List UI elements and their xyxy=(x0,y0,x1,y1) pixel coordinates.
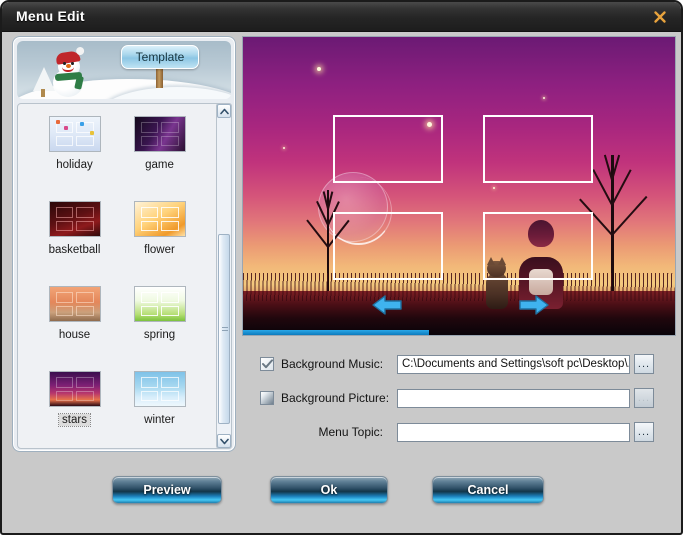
star-icon xyxy=(283,147,285,149)
tab-template[interactable]: Template xyxy=(121,45,199,69)
template-label: game xyxy=(145,159,174,171)
template-thumbnail xyxy=(48,371,101,407)
menu-edit-dialog: Menu Edit Template holiday game basketba… xyxy=(0,0,683,535)
background-picture-browse-button: ... xyxy=(634,388,654,408)
template-label: winter xyxy=(144,414,175,426)
template-label: house xyxy=(58,329,91,341)
snowman-eye-right xyxy=(71,62,74,65)
grass-silhouette xyxy=(243,273,675,301)
template-item-spring[interactable]: spring xyxy=(117,286,202,371)
thumbnail-frames xyxy=(140,122,179,146)
background-music-checkbox[interactable] xyxy=(260,357,274,371)
template-label: basketball xyxy=(48,244,101,256)
scrollbar-thumb[interactable] xyxy=(218,234,230,424)
chevron-down-icon[interactable] xyxy=(217,434,231,448)
signpost-post xyxy=(156,68,163,88)
template-label: spring xyxy=(143,329,176,341)
thumbnail-frames xyxy=(140,207,179,231)
thumbnail-frames xyxy=(55,292,94,316)
template-list-scrollbar[interactable] xyxy=(216,103,232,449)
star-icon xyxy=(543,97,545,99)
template-label: flower xyxy=(144,244,175,256)
template-item-flower[interactable]: flower xyxy=(117,201,202,286)
confetti-dot xyxy=(55,120,60,124)
menu-topic-label: Menu Topic: xyxy=(318,425,383,439)
grip-icon xyxy=(222,327,228,333)
template-item-game[interactable]: game xyxy=(117,116,202,201)
arrow-right-icon[interactable] xyxy=(518,294,550,321)
template-label: holiday xyxy=(56,159,93,171)
background-picture-label: Background Picture: xyxy=(281,391,390,405)
title-bar: Menu Edit xyxy=(2,2,681,32)
confetti-dot xyxy=(63,126,68,130)
thumbnail-frames xyxy=(55,122,94,146)
tree-trunk xyxy=(41,89,45,97)
chevron-up-icon[interactable] xyxy=(217,104,231,118)
template-thumbnail xyxy=(133,201,186,237)
close-icon[interactable] xyxy=(649,6,671,28)
menu-preview[interactable] xyxy=(242,36,676,336)
star-icon xyxy=(493,187,495,189)
template-list: holiday game basketball flower house spring st… xyxy=(17,103,231,449)
menu-topic-row: Menu Topic: ... xyxy=(260,422,654,442)
confetti-dot xyxy=(79,122,84,126)
tab-template-label: Template xyxy=(135,50,185,64)
template-label: stars xyxy=(58,413,91,427)
menu-frame[interactable] xyxy=(483,212,593,280)
preview-progress-strip xyxy=(243,330,429,335)
template-item-house[interactable]: house xyxy=(32,286,117,371)
background-music-row: Background Music: C:\Documents and Setti… xyxy=(260,354,654,374)
template-browser-panel: Template holiday game basketball flower hous… xyxy=(12,36,236,452)
star-icon xyxy=(317,67,321,71)
background-picture-checkbox[interactable] xyxy=(260,391,274,405)
thumbnail-frames xyxy=(55,207,94,231)
template-grid: holiday game basketball flower house spring st… xyxy=(18,104,216,448)
background-picture-input[interactable] xyxy=(397,388,630,408)
preview-button[interactable]: Preview xyxy=(112,476,222,504)
confetti-dot xyxy=(89,131,94,135)
background-picture-row: Background Picture: ... xyxy=(260,388,654,408)
template-item-basketball[interactable]: basketball xyxy=(32,201,117,286)
menu-frame[interactable] xyxy=(333,212,443,280)
template-thumbnail xyxy=(133,371,186,407)
window-title: Menu Edit xyxy=(16,8,85,24)
menu-frame[interactable] xyxy=(333,115,443,183)
background-music-input[interactable]: C:\Documents and Settings\soft pc\Deskto… xyxy=(397,354,630,374)
template-thumbnail xyxy=(48,201,101,237)
menu-frame[interactable] xyxy=(483,115,593,183)
background-music-label: Background Music: xyxy=(281,357,384,371)
cancel-button[interactable]: Cancel xyxy=(432,476,544,504)
thumbnail-frames xyxy=(140,292,179,316)
ok-button[interactable]: Ok xyxy=(270,476,388,504)
template-thumbnail xyxy=(48,116,101,152)
template-item-stars[interactable]: stars xyxy=(32,371,117,448)
menu-topic-input[interactable] xyxy=(397,422,630,442)
background-music-browse-button[interactable]: ... xyxy=(634,354,654,374)
thumbnail-frames xyxy=(55,377,94,401)
template-thumbnail xyxy=(133,116,186,152)
template-thumbnail xyxy=(48,286,101,322)
tree-icon xyxy=(33,67,55,91)
snowman-scarf xyxy=(54,71,83,82)
arrow-left-icon[interactable] xyxy=(371,294,403,321)
thumbnail-frames xyxy=(140,377,179,401)
template-item-winter[interactable]: winter xyxy=(117,371,202,448)
template-item-holiday[interactable]: holiday xyxy=(32,116,117,201)
template-thumbnail xyxy=(133,286,186,322)
menu-topic-browse-button[interactable]: ... xyxy=(634,422,654,442)
